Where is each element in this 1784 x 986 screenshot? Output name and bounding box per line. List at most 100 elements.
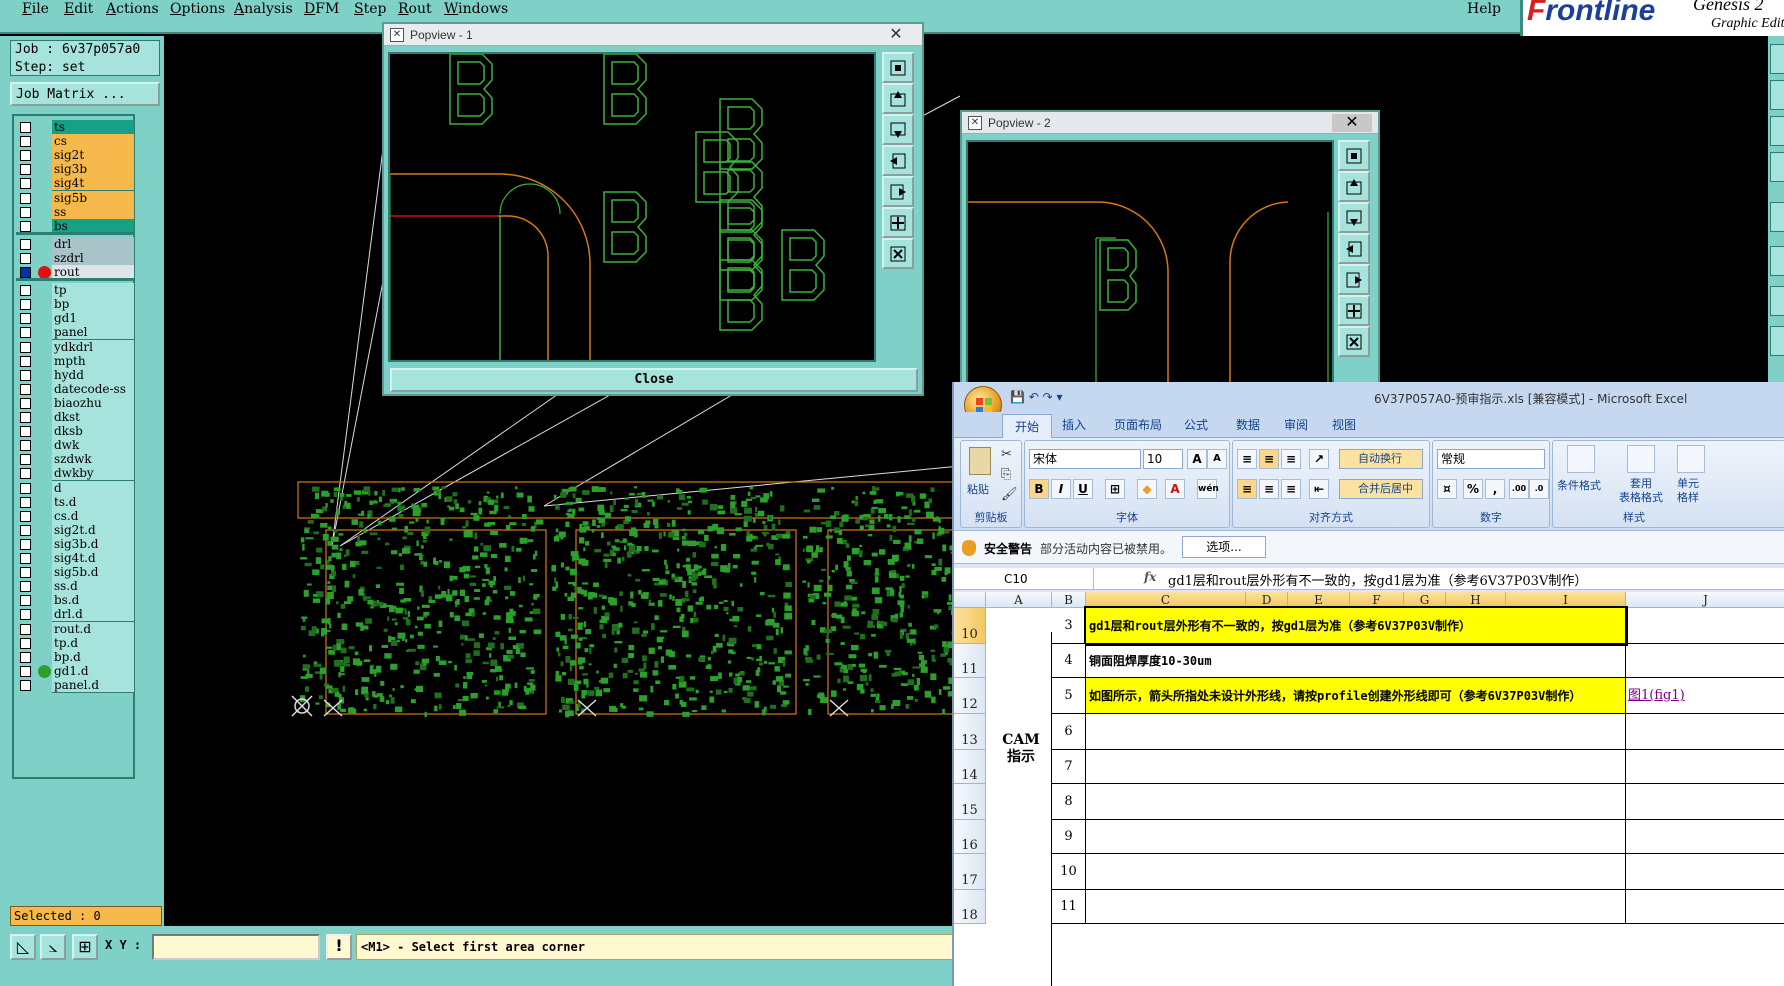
cell-j[interactable] — [1626, 608, 1784, 644]
layer-name[interactable]: dkst — [52, 410, 134, 425]
col-header-c[interactable]: C — [1086, 592, 1246, 608]
align-right-icon[interactable]: ≡ — [1281, 479, 1301, 499]
cell-j[interactable] — [1626, 750, 1784, 784]
layer-row[interactable]: ss.d — [16, 579, 134, 595]
layer-name[interactable]: sig2t — [52, 148, 134, 164]
menu-analysis[interactable]: Analysis — [234, 1, 293, 17]
layer-checkbox[interactable] — [20, 164, 31, 176]
layer-row[interactable]: mpth — [16, 353, 134, 369]
layer-name[interactable]: tp.d — [52, 635, 134, 651]
layer-name[interactable]: dwk — [52, 438, 134, 454]
pan-left-icon[interactable] — [1338, 233, 1370, 264]
corner-cell[interactable] — [954, 592, 986, 608]
layer-name[interactable]: ydkdrl — [52, 339, 134, 355]
layer-checkbox[interactable] — [20, 150, 31, 162]
layer-name[interactable]: sig2t.d — [52, 522, 134, 538]
pan-left-icon[interactable] — [882, 145, 914, 176]
italic-icon[interactable]: I — [1051, 479, 1071, 499]
bold-icon[interactable]: B — [1029, 479, 1049, 499]
paste-label[interactable]: 粘贴 — [967, 481, 989, 497]
cell-a[interactable] — [986, 784, 1052, 820]
font-name-select[interactable]: 宋体 — [1029, 449, 1141, 469]
col-header-h[interactable]: H — [1446, 592, 1506, 608]
right-tool-1[interactable] — [1770, 44, 1784, 74]
currency-icon[interactable]: ¤ — [1437, 479, 1457, 499]
layer-row[interactable]: panel — [16, 325, 134, 341]
layer-row[interactable]: bs.d — [16, 593, 134, 609]
col-header-j[interactable]: J — [1626, 592, 1784, 608]
layer-checkbox[interactable] — [20, 567, 31, 579]
cell-style-label[interactable]: 单元 格样 — [1677, 477, 1699, 505]
increase-decimal-icon[interactable]: .00 — [1509, 479, 1529, 499]
layer-row[interactable]: cs.d — [16, 508, 134, 524]
format-painter-icon[interactable]: 🖌 — [1001, 487, 1018, 502]
decrease-decimal-icon[interactable]: .0 — [1529, 479, 1549, 499]
row-header[interactable]: 15 — [954, 784, 986, 820]
layer-name[interactable]: dwkby — [52, 466, 134, 482]
popview-1-close-button[interactable]: Close — [390, 368, 918, 392]
layer-row[interactable]: szdrl — [16, 250, 134, 266]
grid-icon[interactable]: ⊞ — [72, 934, 98, 960]
layer-name[interactable]: drl.d — [52, 607, 134, 623]
row-header[interactable]: 12 — [954, 678, 986, 714]
zoom-in-icon[interactable] — [1338, 295, 1370, 326]
percent-icon[interactable]: % — [1463, 479, 1483, 499]
layer-name[interactable]: rout.d — [52, 621, 134, 637]
pan-up-icon[interactable] — [882, 83, 914, 114]
align-center-icon[interactable]: ≡ — [1259, 479, 1279, 499]
layer-checkbox[interactable] — [20, 136, 31, 148]
layer-name[interactable]: hydd — [52, 367, 134, 383]
right-tool-4[interactable] — [1770, 152, 1784, 182]
layer-name[interactable]: panel — [52, 325, 134, 341]
col-header-b[interactable]: B — [1052, 592, 1086, 608]
cell-a[interactable] — [986, 750, 1052, 784]
layer-name[interactable]: bp — [52, 297, 134, 313]
cell-instruction[interactable] — [1086, 820, 1626, 854]
layer-name[interactable]: ss.d — [52, 579, 134, 595]
tab-page-layout[interactable]: 页面布局 — [1114, 416, 1162, 433]
menu-actions[interactable]: Actions — [106, 1, 159, 17]
layer-checkbox[interactable] — [20, 327, 31, 339]
layer-name[interactable]: sig3b.d — [52, 536, 134, 552]
table-format-icon[interactable] — [1627, 445, 1655, 473]
right-tool-6[interactable] — [1770, 246, 1784, 276]
layer-checkbox[interactable] — [20, 206, 31, 218]
merge-center-button[interactable]: 合并后居中 — [1339, 479, 1423, 499]
comma-icon[interactable]: , — [1485, 479, 1505, 499]
right-tool-8[interactable] — [1770, 326, 1784, 356]
cell-instruction[interactable] — [1086, 890, 1626, 924]
layer-row[interactable]: sig4t — [16, 176, 134, 192]
name-box[interactable]: C10 — [954, 568, 1094, 590]
paste-icon[interactable] — [969, 447, 991, 475]
layer-checkbox[interactable] — [20, 581, 31, 593]
cell-instruction[interactable] — [1086, 784, 1626, 820]
cell-j[interactable] — [1626, 820, 1784, 854]
zoom-out-icon[interactable] — [882, 238, 914, 269]
layer-name[interactable]: sig4t.d — [52, 551, 134, 566]
align-top-icon[interactable]: ≡ — [1237, 449, 1257, 469]
layer-checkbox[interactable] — [20, 651, 31, 663]
layer-name[interactable]: sig4t — [52, 176, 134, 192]
menu-windows[interactable]: Windows — [444, 1, 508, 17]
layer-row[interactable]: ts — [16, 120, 134, 135]
layer-checkbox[interactable] — [20, 440, 31, 452]
number-format-select[interactable]: 常规 — [1437, 449, 1545, 469]
layer-row[interactable]: rout.d — [16, 621, 134, 637]
layer-checkbox[interactable] — [20, 383, 31, 395]
layer-name[interactable]: cs.d — [52, 508, 134, 524]
layer-checkbox[interactable] — [20, 595, 31, 607]
cell-number[interactable]: 3 — [1052, 608, 1086, 644]
fx-icon[interactable]: fx — [1144, 570, 1156, 584]
cell-a[interactable] — [986, 820, 1052, 854]
layer-row[interactable]: dkst — [16, 410, 134, 425]
menu-help[interactable]: Help — [1467, 1, 1501, 17]
layer-checkbox[interactable] — [20, 510, 31, 522]
col-header-i[interactable]: I — [1506, 592, 1626, 608]
phonetic-icon[interactable]: wén — [1197, 479, 1219, 499]
cell-number[interactable]: 11 — [1052, 890, 1086, 924]
layer-row[interactable]: gd1.d — [16, 663, 134, 679]
layer-name[interactable]: datecode-ss — [52, 381, 134, 397]
menu-dfm[interactable]: DFM — [304, 1, 339, 17]
quick-access-toolbar[interactable]: 💾 ↶ ↷ ▾ — [1010, 390, 1063, 404]
layer-checkbox[interactable] — [20, 341, 31, 353]
